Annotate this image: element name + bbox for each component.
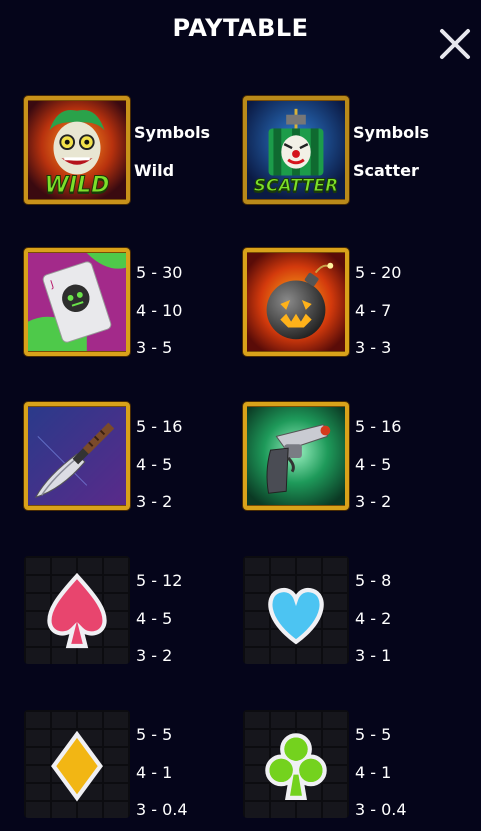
paytable-values: 5 - 12 4 - 5 3 - 2	[136, 571, 183, 665]
heart-icon	[243, 556, 349, 664]
paytable-values: 5 - 30 4 - 10 3 - 5	[136, 263, 183, 357]
paytable-values: 5 - 20 4 - 7 3 - 3	[355, 263, 402, 357]
paytable-values: 5 - 16 4 - 5 3 - 2	[355, 417, 402, 511]
clown-bomb-scatter-icon: SCATTER	[243, 96, 349, 204]
bomb-icon	[243, 248, 349, 356]
paytable-values: 5 - 16 4 - 5 3 - 2	[136, 417, 183, 511]
gun-icon	[243, 402, 349, 510]
paytable-values: 5 - 5 4 - 1 3 - 0.4	[136, 725, 188, 819]
close-icon[interactable]	[437, 26, 473, 62]
joker-card-icon: J	[24, 248, 130, 356]
knife-icon	[24, 402, 130, 510]
diamond-icon	[24, 710, 130, 818]
club-icon	[243, 710, 349, 818]
spade-icon	[24, 556, 130, 664]
paytable-values: 5 - 8 4 - 2 3 - 1	[355, 571, 392, 665]
paytable-values: 5 - 5 4 - 1 3 - 0.4	[355, 725, 407, 819]
scatter-label: Symbols Scatter	[353, 123, 430, 180]
joker-wild-icon: WILD	[24, 96, 130, 204]
wild-badge: WILD	[44, 173, 110, 199]
page-title: PAYTABLE	[172, 14, 309, 42]
wild-label: Symbols Wild	[134, 123, 211, 180]
scatter-badge: SCATTER	[253, 176, 339, 197]
